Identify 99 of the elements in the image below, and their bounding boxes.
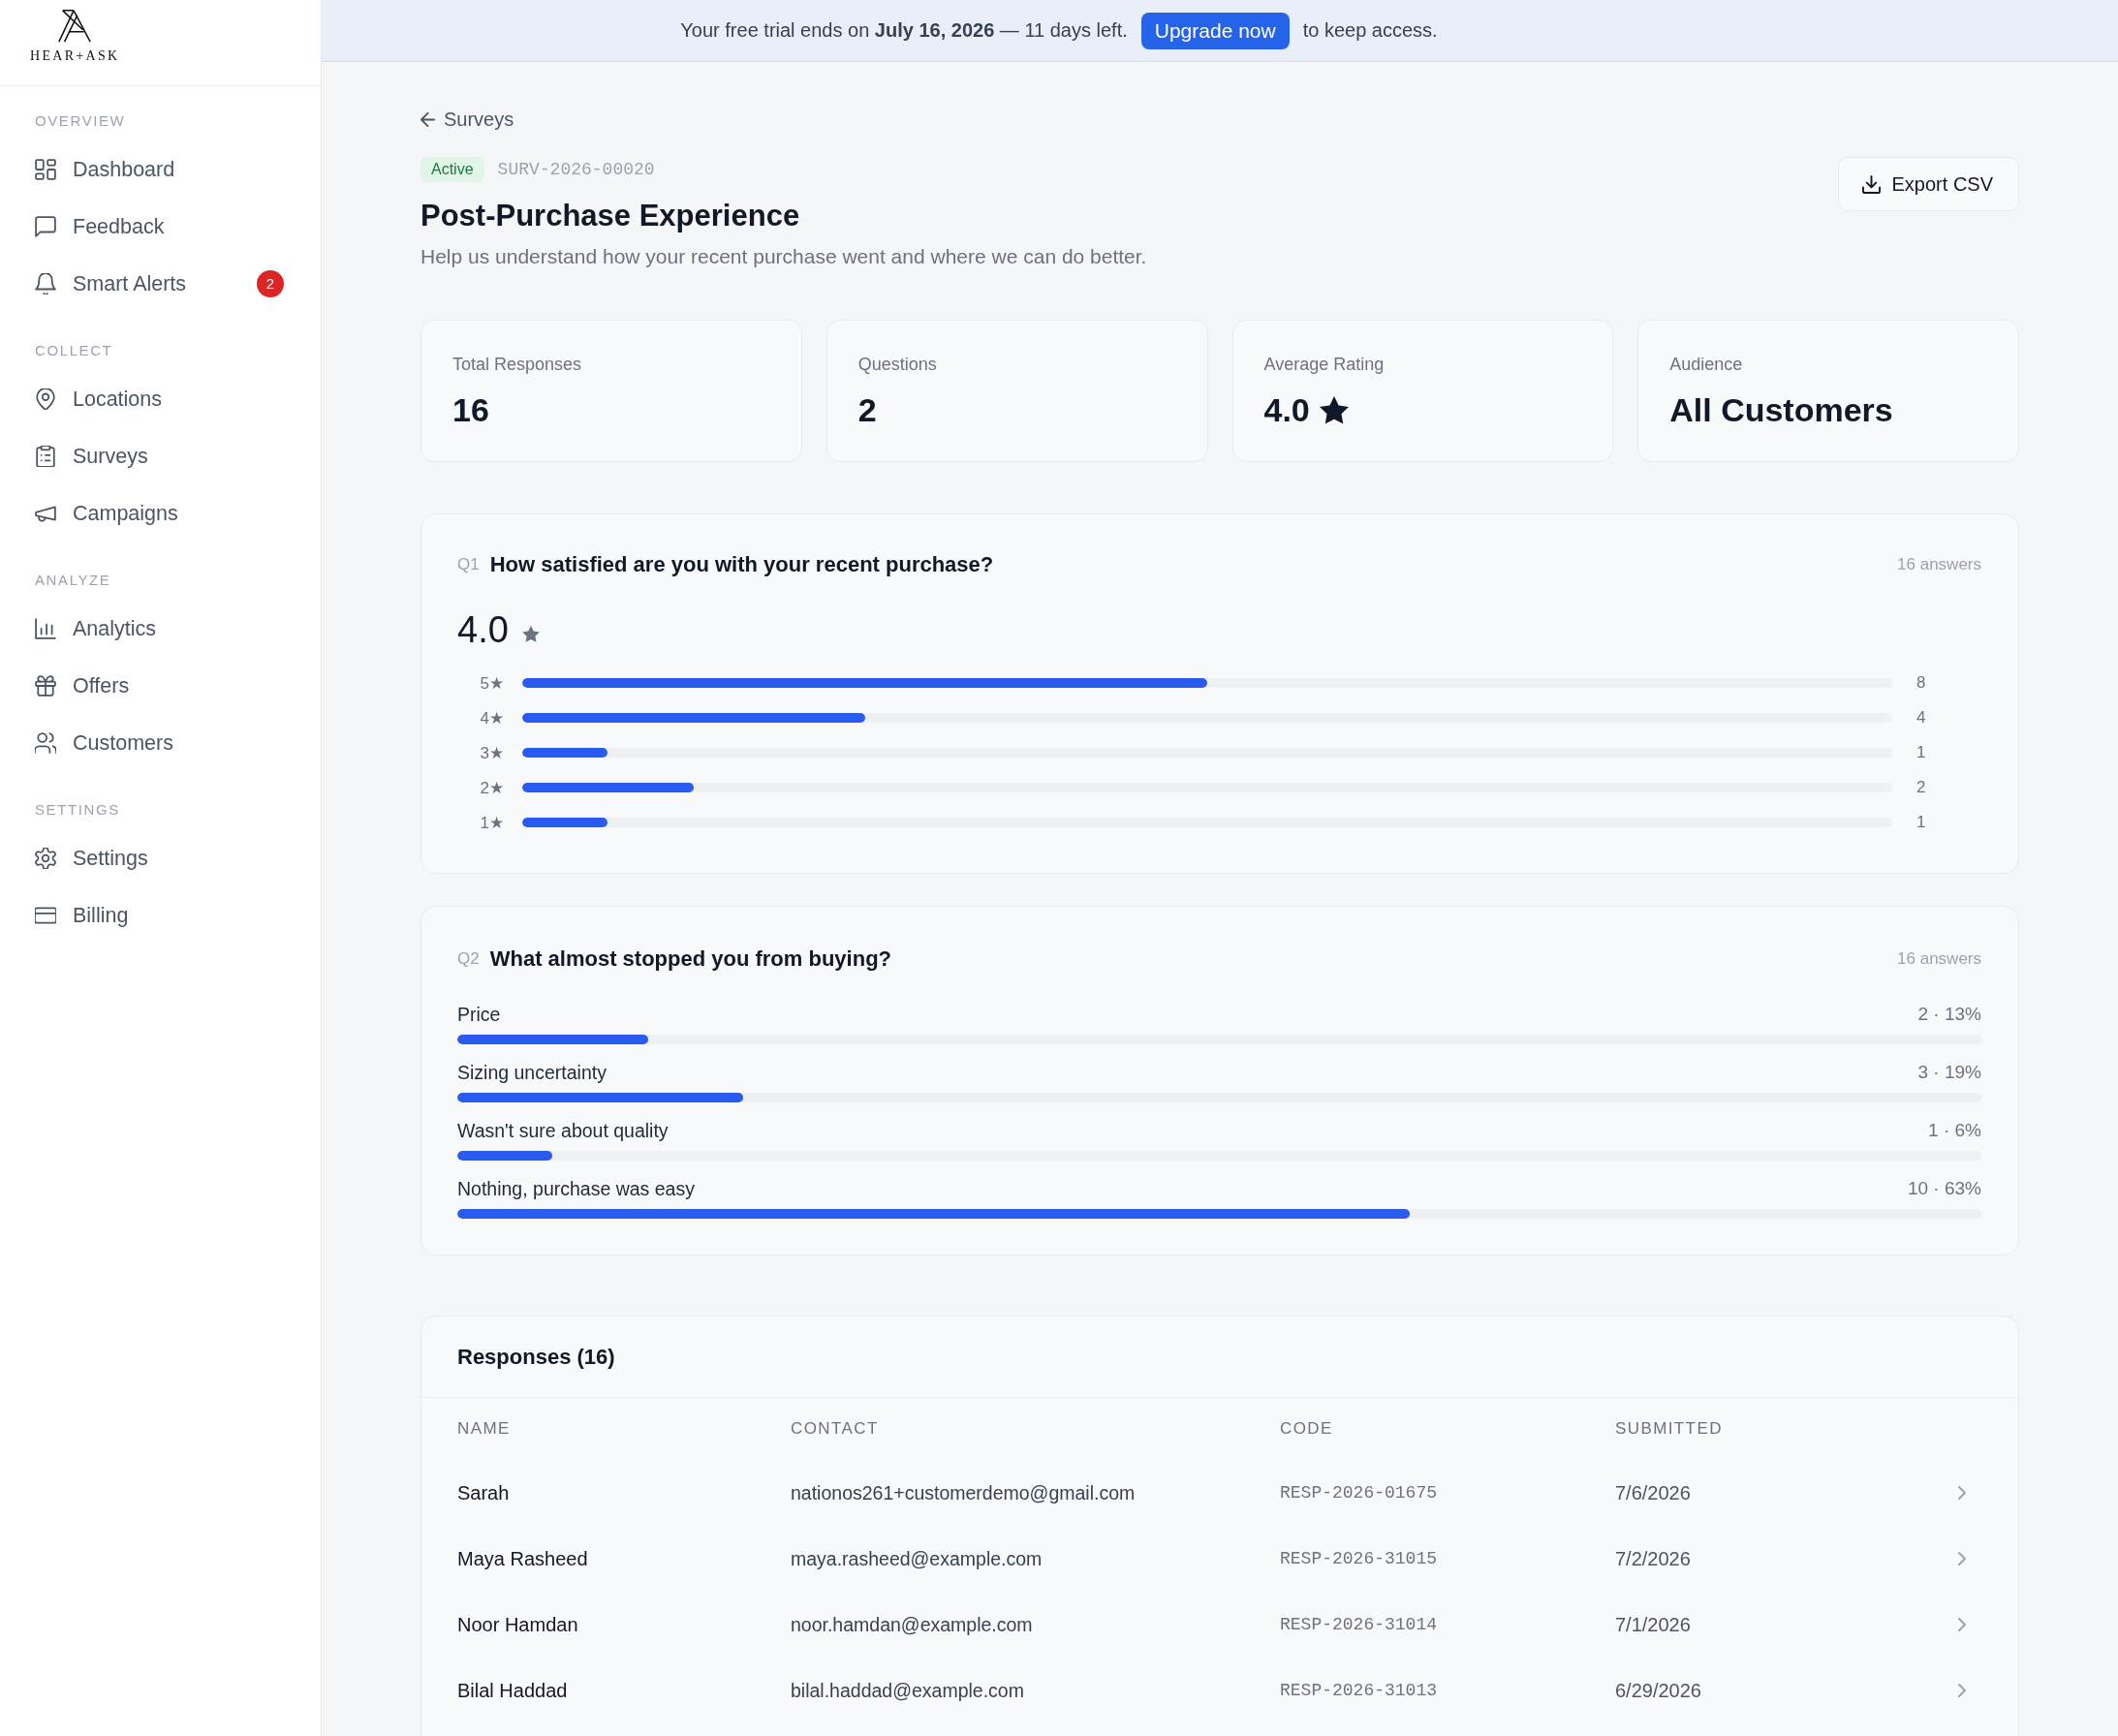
average-rating: 4.0 [457,612,509,647]
survey-id: SURV-2026-00020 [497,160,655,179]
answer-count: 16 answers [1897,555,1981,574]
response-code: RESP-2026-31015 [1280,1549,1439,1568]
column-header: CONTACT [791,1419,880,1439]
nav-item[interactable]: Offers [35,670,130,700]
nav-item[interactable]: Customers [35,728,173,758]
submitted-date: 7/6/2026 [1615,1481,1692,1504]
bell-icon [35,272,56,294]
question-number: Q1 [457,555,480,574]
respondent-name: Noor Hamdan [457,1613,579,1636]
stat-value: 2 [857,390,877,430]
clipboard-list-icon [35,445,56,467]
nav-item[interactable]: Campaigns [35,498,178,528]
chevron-right-icon[interactable] [1958,1618,1966,1631]
rating-count: 1 [1916,813,1927,832]
section-heading: SETTINGS [35,800,121,820]
nav-item[interactable]: Smart Alerts [35,268,187,298]
stat-label: Average Rating [1263,354,1386,376]
logo-icon [56,9,94,44]
rating-count: 4 [1916,708,1927,728]
map-pin-icon [35,388,56,410]
option-label: Sizing uncertainty [457,1061,607,1084]
respondent-name: Maya Rasheed [457,1547,589,1570]
question-title: How satisfied are you with your recent purchase? [489,552,994,577]
nav-item[interactable]: Billing [35,900,129,930]
option-reading: 10 · 63% [1907,1178,1981,1199]
submitted-date: 7/2/2026 [1615,1547,1692,1570]
option-label: Price [457,1003,501,1026]
column-header: SUBMITTED [1615,1419,1724,1439]
star-icon [1319,395,1349,424]
section-heading: ANALYZE [35,571,112,590]
logo-text: HEAR+ASK [30,49,120,63]
response-code: RESP-2026-31013 [1280,1681,1439,1700]
stat-value: 4.0 [1263,390,1310,430]
column-header: CODE [1280,1419,1334,1439]
question-title: What almost stopped you from buying? [489,946,891,972]
option-reading: 3 · 19% [1917,1062,1981,1083]
contact-email: bilal.haddad@example.com [791,1679,1025,1702]
question-number: Q2 [457,949,480,969]
credit-card-icon [35,904,56,926]
answer-count: 16 answers [1897,949,1981,969]
people-icon [35,731,56,754]
nav-item[interactable]: Feedback [35,211,165,241]
rating-label: 1★ [479,812,504,833]
upgrade-button[interactable]: Upgrade now [1140,12,1290,49]
nav-item[interactable]: Surveys [35,441,148,471]
nav-item[interactable]: Locations [35,384,163,414]
response-code: RESP-2026-31014 [1280,1615,1439,1634]
speech-bubble-icon [35,215,56,237]
responses-title: Responses (16) [457,1344,615,1370]
dashboard-grid-icon [35,158,56,180]
rating-count: 2 [1916,778,1927,797]
option-reading: 1 · 6% [1928,1120,1981,1141]
stat-label: Total Responses [452,354,583,376]
respondent-name: Sarah [457,1481,511,1504]
arrow-left-icon [420,111,435,127]
nav-item[interactable]: Settings [35,843,148,873]
chevron-right-icon[interactable] [1958,1552,1966,1566]
stat-label: Questions [857,354,938,376]
star-icon [521,625,540,642]
nav-item[interactable]: Analytics [35,613,157,643]
chevron-right-icon[interactable] [1958,1684,1966,1697]
option-label: Nothing, purchase was easy [457,1177,695,1200]
trial-message: Your free trial ends on July 16, 2026 — 11 days left. [680,19,1128,42]
stat-value: All Customers [1669,390,1893,430]
rating-label: 2★ [479,777,504,798]
bar-chart-icon [35,617,56,639]
rating-label: 5★ [479,672,504,694]
export-csv-button[interactable]: Export CSV [1837,157,2019,211]
page-description: Help us understand how your recent purchase went and where we can do better. [420,244,1147,269]
stat-value: 16 [452,390,489,430]
contact-email: nationos261+customerdemo@gmail.com [791,1481,1137,1504]
status-badge: Active [420,157,484,182]
chevron-right-icon[interactable] [1958,1486,1966,1500]
section-heading: OVERVIEW [35,111,127,131]
section-heading: COLLECT [35,341,114,360]
back-link[interactable]: Surveys [420,107,514,132]
response-code: RESP-2026-01675 [1280,1483,1439,1503]
page-title: Post-Purchase Experience [420,198,801,234]
trial-message-end: to keep access. [1302,19,1438,42]
settings-icon [35,847,56,869]
contact-email: noor.hamdan@example.com [791,1613,1034,1636]
option-label: Wasn't sure about quality [457,1119,669,1142]
rating-label: 4★ [479,707,504,728]
nav-item[interactable]: Dashboard [35,154,175,184]
rating-count: 8 [1916,673,1927,693]
notification-badge: 2 [257,269,284,297]
rating-count: 1 [1916,743,1927,762]
respondent-name: Bilal Haddad [457,1679,569,1702]
rating-label: 3★ [479,742,504,763]
column-header: NAME [457,1419,512,1439]
stat-label: Audience [1669,354,1744,376]
download-icon [1861,174,1881,194]
submitted-date: 7/1/2026 [1615,1613,1692,1636]
contact-email: maya.rasheed@example.com [791,1547,1043,1570]
option-reading: 2 · 13% [1917,1004,1981,1025]
submitted-date: 6/29/2026 [1615,1679,1702,1702]
gift-icon [35,674,56,697]
